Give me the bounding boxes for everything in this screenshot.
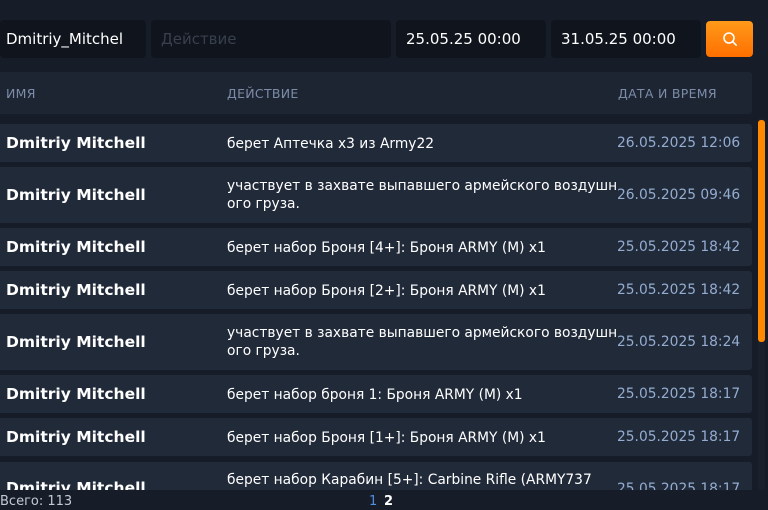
row-datetime: 25.05.2025 18:17	[617, 386, 741, 402]
row-action: берет набор Броня [2+]: Броня ARMY (M) x…	[227, 283, 546, 299]
row-action: берет набор Броня [1+]: Броня ARMY (M) x…	[227, 430, 546, 446]
total-count: Всего: 113	[0, 494, 73, 509]
table-row[interactable]: Dmitriy Mitchell берет набор Броня [4+]:…	[0, 228, 752, 266]
date-to-value[interactable]: 31.05.25 00:00	[561, 30, 676, 48]
table-row[interactable]: Dmitriy Mitchell берет Аптечка x3 из Arm…	[0, 124, 752, 162]
action-filter-field[interactable]	[151, 20, 391, 58]
table-header: ИМЯ ДЕЙСТВИЕ ДАТА И ВРЕМЯ	[0, 72, 752, 114]
scrollbar-thumb[interactable]	[758, 120, 765, 342]
row-player-name: Dmitriy Mitchell	[6, 186, 146, 204]
date-from-field[interactable]: 25.05.25 00:00	[396, 20, 546, 58]
search-icon	[722, 32, 737, 46]
pagination-footer: Всего: 113 1 2	[0, 490, 768, 510]
row-datetime: 26.05.2025 12:06	[617, 135, 741, 151]
table-row[interactable]: Dmitriy Mitchell участвует в захвате вып…	[0, 314, 752, 370]
table-row[interactable]: Dmitriy Mitchell берет набор броня 1: Бр…	[0, 375, 752, 413]
page-link-2-current[interactable]: 2	[384, 494, 393, 509]
row-action: берет набор Броня [4+]: Броня ARMY (M) x…	[227, 240, 546, 256]
row-datetime: 25.05.2025 18:17	[617, 481, 741, 490]
row-action: участвует в захвате выпавшего армейского…	[227, 325, 618, 359]
row-datetime: 25.05.2025 18:24	[617, 334, 741, 350]
player-filter-value[interactable]: Dmitriy_Mitchel	[6, 30, 123, 48]
table-row[interactable]: Dmitriy Mitchell берет набор Броня [1+]:…	[0, 418, 752, 456]
filter-bar: Dmitriy_Mitchel 25.05.25 00:00 31.05.25 …	[0, 20, 768, 58]
header-datetime[interactable]: ДАТА И ВРЕМЯ	[618, 86, 717, 101]
row-player-name: Dmitriy Mitchell	[6, 238, 146, 256]
row-action: берет набор Карабин [5+]: Carbine Rifle …	[227, 472, 592, 488]
row-player-name: Dmitriy Mitchell	[6, 333, 146, 351]
row-action: участвует в захвате выпавшего армейского…	[227, 178, 618, 212]
row-action: берет набор броня 1: Броня ARMY (M) x1	[227, 387, 523, 403]
header-action[interactable]: ДЕЙСТВИЕ	[227, 86, 299, 101]
row-player-name: Dmitriy Mitchell	[6, 428, 146, 446]
table-row[interactable]: Dmitriy Mitchell берет набор Карабин [5+…	[0, 462, 752, 490]
page-link-1[interactable]: 1	[369, 494, 377, 509]
row-player-name: Dmitriy Mitchell	[6, 134, 146, 152]
row-datetime: 25.05.2025 18:42	[617, 282, 741, 298]
search-button[interactable]	[706, 21, 753, 57]
row-datetime: 25.05.2025 18:42	[617, 239, 741, 255]
date-from-value[interactable]: 25.05.25 00:00	[406, 30, 521, 48]
row-player-name: Dmitriy Mitchell	[6, 281, 146, 299]
date-to-field[interactable]: 31.05.25 00:00	[551, 20, 701, 58]
player-filter-field[interactable]: Dmitriy_Mitchel	[0, 20, 146, 58]
log-table-body: Dmitriy Mitchell берет Аптечка x3 из Arm…	[0, 124, 752, 490]
header-name[interactable]: ИМЯ	[6, 86, 36, 101]
row-action: берет Аптечка x3 из Army22	[227, 136, 435, 152]
row-datetime: 26.05.2025 09:46	[617, 187, 741, 203]
table-row[interactable]: Dmitriy Mitchell участвует в захвате вып…	[0, 167, 752, 223]
table-row[interactable]: Dmitriy Mitchell берет набор Броня [2+]:…	[0, 271, 752, 309]
action-filter-input[interactable]	[161, 30, 391, 48]
row-datetime: 25.05.2025 18:17	[617, 429, 741, 445]
row-player-name: Dmitriy Mitchell	[6, 385, 146, 403]
row-player-name: Dmitriy Mitchell	[6, 479, 146, 490]
